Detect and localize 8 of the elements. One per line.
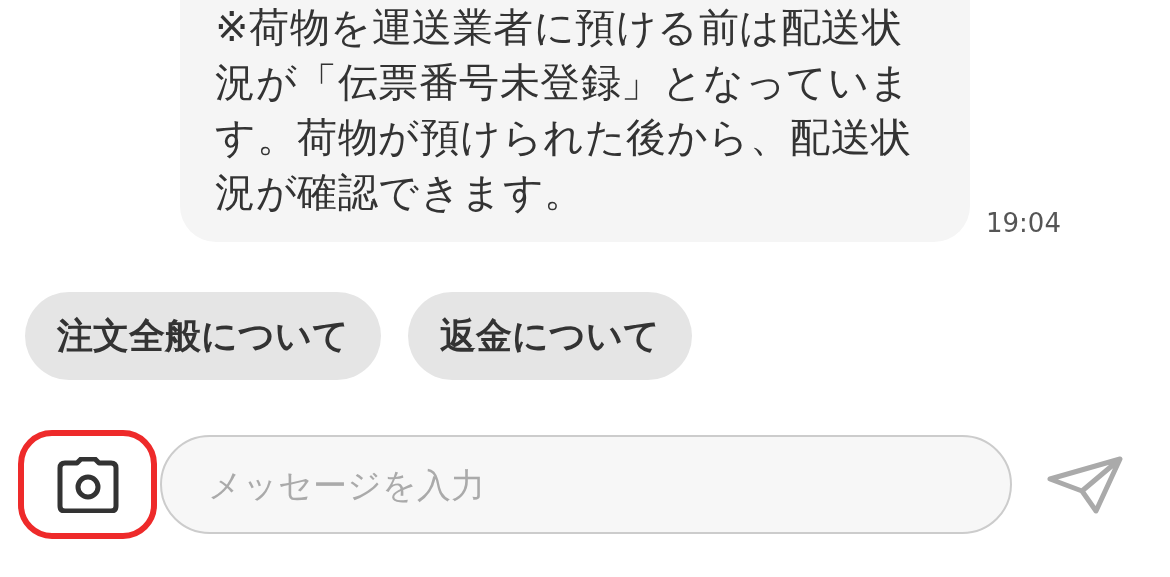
message-time: 19:04 — [986, 208, 1061, 238]
camera-button[interactable] — [56, 456, 119, 513]
quick-reply-button[interactable]: 注文全般について — [25, 292, 381, 380]
message-text: ※荷物を運送業者に預ける前は配送状況が「伝票番号未登録」となっています。荷物が預けられた後から、配送状況が確認できます。 — [215, 3, 913, 217]
quick-reply-button[interactable]: 返金について — [408, 292, 692, 380]
message-input-field[interactable]: メッセージを入力 — [160, 435, 1012, 534]
camera-icon — [56, 456, 119, 513]
send-icon — [1046, 454, 1124, 515]
